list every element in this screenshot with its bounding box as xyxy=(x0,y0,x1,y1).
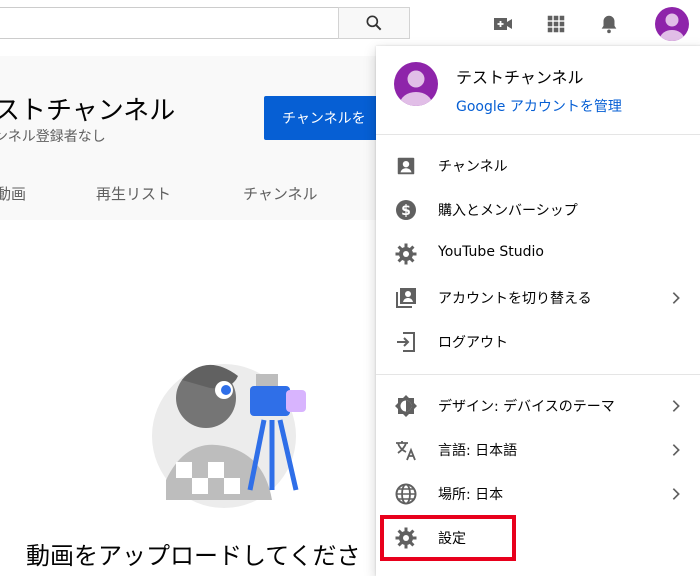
upload-illustration xyxy=(146,350,326,510)
menu-item-switch-account[interactable]: アカウントを切り替える xyxy=(376,276,700,320)
account-box-icon xyxy=(394,154,418,178)
apps-button[interactable] xyxy=(544,12,568,36)
avatar-icon xyxy=(655,7,689,41)
menu-item-logout[interactable]: ログアウト xyxy=(376,320,700,364)
bell-icon xyxy=(601,15,617,34)
search-button[interactable] xyxy=(338,7,410,39)
menu-item-purchases[interactable]: $ 購入とメンバーシップ xyxy=(376,188,700,232)
manage-account-link[interactable]: Google アカウントを管理 xyxy=(456,96,622,116)
translate-icon xyxy=(394,438,418,462)
svg-text:$: $ xyxy=(401,203,411,219)
subscriber-count: ンネル登録者なし xyxy=(0,129,106,145)
menu-avatar xyxy=(394,62,438,106)
notifications-button[interactable] xyxy=(597,12,621,36)
menu-item-label: ログアウト xyxy=(438,335,508,351)
search-icon xyxy=(366,15,382,31)
menu-item-label: 設定 xyxy=(438,531,466,547)
menu-item-label: チャンネル xyxy=(438,159,508,175)
settings-gear-icon xyxy=(394,526,418,550)
menu-item-language[interactable]: 言語: 日本語 xyxy=(376,428,700,472)
menu-item-settings[interactable]: 設定 xyxy=(376,516,700,560)
account-menu: テストチャンネル Google アカウントを管理 チャンネル $ 購入とメンバー… xyxy=(376,46,700,576)
menu-item-label: アカウントを切り替える xyxy=(438,291,592,307)
menu-item-theme[interactable]: デザイン: デバイスのテーマ xyxy=(376,384,700,428)
chevron-right-icon xyxy=(664,482,688,506)
menu-item-label: デザイン: デバイスのテーマ xyxy=(438,399,615,415)
top-bar xyxy=(0,0,700,48)
channel-title: ストチャンネル xyxy=(0,96,176,126)
menu-divider xyxy=(376,134,700,135)
menu-item-label: 場所: 日本 xyxy=(438,487,504,503)
avatar[interactable] xyxy=(655,7,689,41)
menu-item-youtube-studio[interactable]: YouTube Studio xyxy=(376,232,700,276)
chevron-right-icon xyxy=(664,286,688,310)
tab-videos[interactable]: 動画 xyxy=(0,183,26,204)
globe-icon xyxy=(394,482,418,506)
chevron-right-icon xyxy=(664,394,688,418)
menu-item-label: 購入とメンバーシップ xyxy=(438,203,578,219)
chevron-right-icon xyxy=(664,438,688,462)
dollar-circle-icon: $ xyxy=(394,198,418,222)
search-input[interactable] xyxy=(0,7,338,39)
avatar-icon xyxy=(394,62,438,106)
tab-playlists[interactable]: 再生リスト xyxy=(96,183,171,204)
upload-prompt: 動画をアップロードしてくださ xyxy=(26,542,361,570)
video-camera-plus-icon xyxy=(494,18,512,30)
menu-item-label: YouTube Studio xyxy=(438,244,544,260)
gear-icon xyxy=(394,242,418,266)
tab-channels[interactable]: チャンネル xyxy=(243,183,318,204)
menu-divider xyxy=(376,374,700,375)
account-name: テストチャンネル xyxy=(456,68,584,87)
logout-icon xyxy=(394,330,418,354)
switch-account-icon xyxy=(394,286,418,310)
apps-grid-icon xyxy=(547,15,565,33)
menu-item-channel[interactable]: チャンネル xyxy=(376,144,700,188)
create-video-button[interactable] xyxy=(491,12,515,36)
theme-icon xyxy=(394,394,418,418)
menu-item-label: 言語: 日本語 xyxy=(438,443,518,459)
menu-item-location[interactable]: 場所: 日本 xyxy=(376,472,700,516)
